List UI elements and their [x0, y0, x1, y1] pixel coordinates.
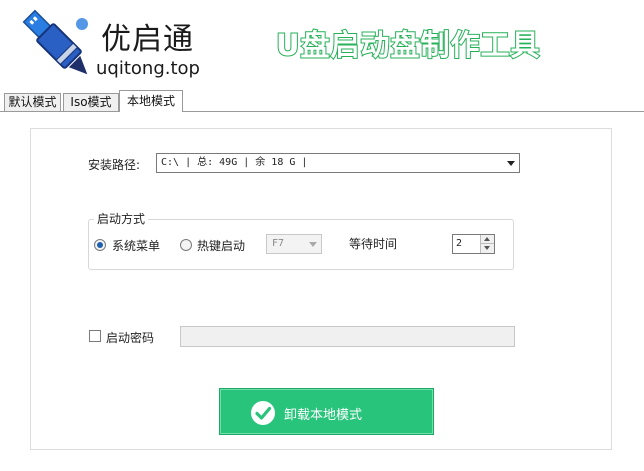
- boot-password-checkbox[interactable]: [89, 330, 101, 342]
- brand-url: uqitong.top: [96, 58, 200, 79]
- slogan-title: U盘启动盘制作工具: [275, 27, 541, 63]
- boot-mode-legend: 启动方式: [94, 210, 149, 227]
- app-header: 优启通 uqitong.top U盘启动盘制作工具: [0, 0, 644, 90]
- check-circle-icon: [251, 401, 275, 425]
- hotkey-value: F7: [272, 238, 285, 249]
- boot-password-label: 启动密码: [106, 331, 155, 345]
- spin-up-icon[interactable]: [480, 235, 494, 244]
- install-path-value: C:\ | 总: 49G | 余 18 G |: [161, 157, 308, 168]
- tab-default-mode[interactable]: 默认模式: [4, 93, 61, 112]
- boot-password-field[interactable]: [180, 326, 515, 347]
- wait-time-stepper[interactable]: 2: [452, 234, 495, 254]
- uninstall-local-mode-button[interactable]: 卸载本地模式: [219, 388, 434, 435]
- mode-tabs: 默认模式 Iso模式 本地模式: [4, 90, 644, 112]
- tab-divider: [0, 111, 644, 112]
- chevron-down-icon: [507, 161, 515, 166]
- spin-down-icon[interactable]: [480, 244, 494, 253]
- install-path-label: 安装路径:: [88, 158, 141, 172]
- hotkey-boot-radio[interactable]: [180, 239, 192, 251]
- chevron-down-icon: [309, 242, 317, 247]
- usb-drive-logo-icon: [22, 9, 88, 75]
- wait-time-value: 2: [456, 238, 463, 249]
- system-menu-label: 系统菜单: [112, 239, 161, 253]
- tab-iso-mode[interactable]: Iso模式: [63, 93, 119, 112]
- system-menu-radio[interactable]: [94, 239, 106, 251]
- hotkey-select[interactable]: F7: [266, 234, 322, 254]
- tab-local-mode[interactable]: 本地模式: [119, 90, 183, 112]
- uninstall-button-label: 卸载本地模式: [284, 408, 363, 423]
- hotkey-boot-label: 热键启动: [197, 239, 246, 253]
- wait-time-label: 等待时间: [349, 237, 398, 251]
- install-path-select[interactable]: C:\ | 总: 49G | 余 18 G |: [156, 153, 520, 173]
- brand-name: 优启通: [101, 22, 194, 57]
